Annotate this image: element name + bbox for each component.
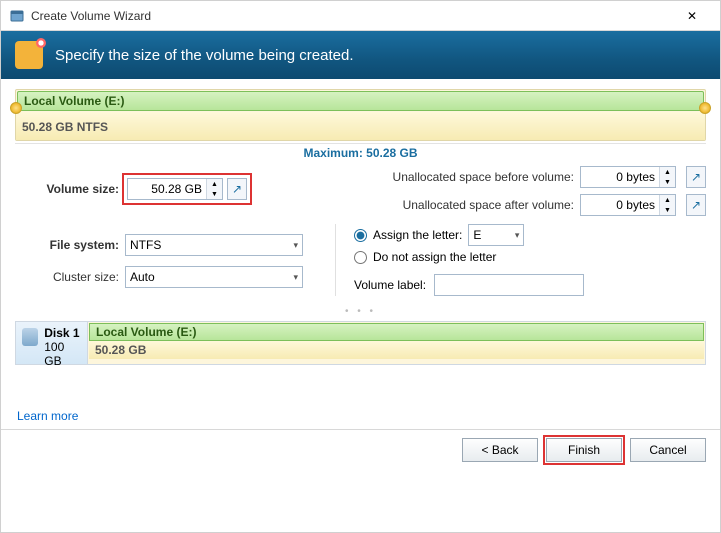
filesystem-label: File system: [15, 238, 125, 252]
wizard-icon [15, 41, 43, 69]
chevron-up-icon: ▲ [664, 197, 671, 204]
resize-grip[interactable]: • • • [1, 306, 720, 317]
disk-icon [22, 328, 38, 346]
unalloc-before-input[interactable] [581, 167, 659, 187]
volume-size-input[interactable] [128, 179, 206, 199]
wizard-footer: < Back Finish Cancel [1, 429, 720, 469]
unalloc-after-label: Unallocated space after volume: [403, 198, 574, 212]
expand-icon: ↗ [691, 198, 701, 212]
filesystem-value: NTFS [130, 238, 161, 252]
close-button[interactable]: ✕ [672, 2, 712, 30]
chevron-up-icon: ▲ [211, 181, 218, 188]
unalloc-after-spinbox[interactable]: ▲ ▼ [580, 194, 676, 216]
chevron-down-icon: ▼ [664, 179, 671, 186]
disk-size: 100 GB [44, 340, 81, 368]
cluster-label: Cluster size: [15, 270, 125, 284]
volume-size-expand-button[interactable]: ↗ [227, 178, 247, 200]
volume-desc: 50.28 GB NTFS [16, 112, 705, 140]
chevron-down-icon: ▼ [664, 207, 671, 214]
assign-letter-label: Assign the letter: [373, 228, 462, 242]
finish-button[interactable]: Finish [546, 438, 622, 462]
expand-icon: ↗ [232, 182, 242, 196]
disk-panel: Disk 1 100 GB Local Volume (E:) 50.28 GB [15, 321, 706, 365]
unalloc-after-step-down[interactable]: ▼ [660, 205, 675, 215]
app-icon [9, 8, 25, 24]
caret-down-icon: ▾ [515, 230, 520, 241]
volume-layout-bar: Local Volume (E:) 50.28 GB NTFS [15, 89, 706, 141]
back-button[interactable]: < Back [462, 438, 538, 462]
unalloc-before-spinbox[interactable]: ▲ ▼ [580, 166, 676, 188]
cluster-value: Auto [130, 270, 155, 284]
unalloc-after-input[interactable] [581, 195, 659, 215]
wizard-header: Specify the size of the volume being cre… [1, 31, 720, 79]
assign-letter-radio[interactable] [354, 229, 367, 242]
chevron-up-icon: ▲ [664, 169, 671, 176]
learn-more-link[interactable]: Learn more [17, 409, 78, 423]
caret-down-icon: ▾ [293, 240, 298, 251]
filesystem-combo[interactable]: NTFS ▾ [125, 234, 303, 256]
volume-label-input[interactable] [434, 274, 584, 296]
volume-label-label: Volume label: [354, 278, 426, 292]
wizard-heading: Specify the size of the volume being cre… [55, 47, 354, 64]
no-assign-label: Do not assign the letter [373, 250, 496, 264]
close-icon: ✕ [687, 9, 697, 23]
unalloc-after-step-up[interactable]: ▲ [660, 195, 675, 205]
no-assign-radio[interactable] [354, 251, 367, 264]
window-title: Create Volume Wizard [31, 9, 672, 23]
expand-icon: ↗ [691, 170, 701, 184]
titlebar: Create Volume Wizard ✕ [1, 1, 720, 31]
unalloc-before-step-down[interactable]: ▼ [660, 177, 675, 187]
volume-size-label: Volume size: [15, 182, 125, 196]
unalloc-before-step-up[interactable]: ▲ [660, 167, 675, 177]
volume-name-header: Local Volume (E:) [17, 91, 704, 111]
unalloc-before-expand-button[interactable]: ↗ [686, 166, 706, 188]
unalloc-before-label: Unallocated space before volume: [393, 170, 574, 184]
disk-name: Disk 1 [44, 326, 81, 340]
size-slider-end-knob[interactable] [699, 102, 711, 114]
chevron-down-icon: ▼ [211, 191, 218, 198]
disk-info: Disk 1 100 GB [16, 322, 88, 364]
cluster-combo[interactable]: Auto ▾ [125, 266, 303, 288]
maximum-size-label: Maximum: 50.28 GB [15, 143, 706, 160]
volume-size-step-down[interactable]: ▼ [207, 189, 222, 199]
volume-size-step-up[interactable]: ▲ [207, 179, 222, 189]
volume-desc-text: 50.28 GB NTFS [22, 120, 108, 134]
caret-down-icon: ▾ [293, 272, 298, 283]
volume-size-spinbox[interactable]: ▲ ▼ [127, 178, 223, 200]
size-slider-start-knob[interactable] [10, 102, 22, 114]
drive-letter-value: E [473, 228, 481, 242]
disk-volume-name: Local Volume (E:) [89, 323, 704, 341]
cancel-button[interactable]: Cancel [630, 438, 706, 462]
disk-volume-size: 50.28 GB [89, 341, 704, 359]
drive-letter-combo[interactable]: E ▾ [468, 224, 524, 246]
unalloc-after-expand-button[interactable]: ↗ [686, 194, 706, 216]
